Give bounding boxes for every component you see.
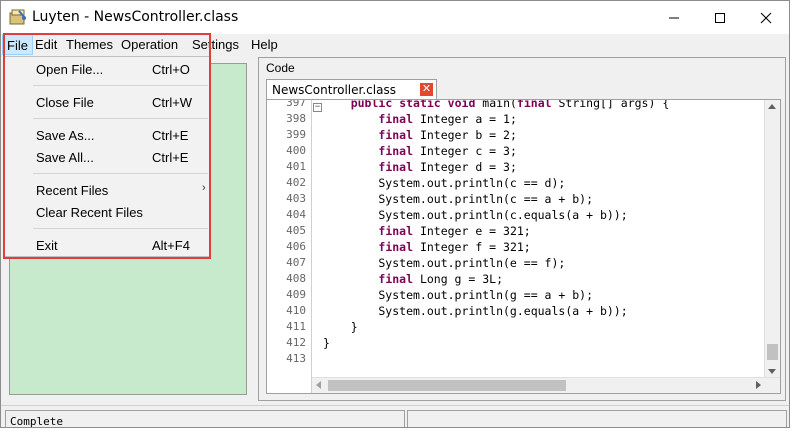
- highlight-annotation-box: [3, 33, 211, 259]
- luyten-app-icon: [9, 9, 26, 25]
- scroll-up-icon[interactable]: [768, 104, 776, 109]
- minimize-button[interactable]: [651, 1, 697, 34]
- line-number: 403: [286, 192, 306, 205]
- line-number: 397: [286, 99, 306, 109]
- status-bar: Complete: [1, 405, 789, 428]
- window-title: Luyten - NewsController.class: [32, 9, 239, 25]
- code-line: final Integer f = 321;: [378, 240, 531, 254]
- tab-close-icon[interactable]: ✕: [420, 83, 433, 96]
- code-line: System.out.println(c == a + b);: [323, 192, 594, 206]
- line-number: 402: [286, 176, 306, 189]
- fold-toggle-icon[interactable]: −: [313, 103, 322, 112]
- code-panel: Code NewsController.class ✕ 397 398 399 400…: [258, 57, 786, 401]
- maximize-icon: [715, 12, 725, 23]
- code-line: final Integer c = 3;: [378, 144, 517, 158]
- scroll-down-icon[interactable]: [768, 369, 776, 374]
- code-line: System.out.println(g.equals(a + b));: [323, 304, 628, 318]
- line-number: 401: [286, 160, 306, 173]
- scroll-left-icon[interactable]: [316, 381, 321, 389]
- maximize-button[interactable]: [697, 1, 743, 34]
- line-number: 413: [286, 352, 306, 365]
- line-number: 398: [286, 112, 306, 125]
- status-cell-secondary: [407, 410, 787, 427]
- code-line: final Integer d = 3;: [378, 160, 517, 174]
- line-number: 409: [286, 288, 306, 301]
- code-line: }: [323, 320, 358, 334]
- code-line: System.out.println(c == d);: [323, 176, 566, 190]
- line-number-gutter: 397 398 399 400 401 402 403 404 405 406 407 408 409 4…: [267, 100, 312, 393]
- line-number: 400: [286, 144, 306, 157]
- code-line: final Integer a = 1;: [378, 112, 517, 126]
- title-bar: Luyten - NewsController.class: [1, 1, 789, 34]
- line-number: 406: [286, 240, 306, 253]
- horizontal-scrollbar[interactable]: [312, 377, 780, 393]
- code-line: final Integer b = 2;: [378, 128, 517, 142]
- tab-newscontroller[interactable]: NewsController.class ✕: [266, 79, 437, 99]
- code-line: System.out.println(e == f);: [323, 256, 566, 270]
- status-cell: Complete: [5, 410, 405, 428]
- line-number: 399: [286, 128, 306, 141]
- menu-help[interactable]: Help: [251, 37, 278, 52]
- status-text: Complete: [10, 415, 63, 428]
- line-number: 410: [286, 304, 306, 317]
- code-line: final Integer e = 321;: [378, 224, 531, 238]
- tab-label: NewsController.class: [272, 83, 396, 97]
- horizontal-scroll-thumb[interactable]: [328, 380, 566, 391]
- line-number: 407: [286, 256, 306, 269]
- scroll-right-icon[interactable]: [756, 381, 761, 389]
- close-icon: [760, 12, 772, 23]
- code-line: }: [323, 336, 330, 350]
- minimize-icon: [669, 17, 679, 18]
- code-editor[interactable]: 397 398 399 400 401 402 403 404 405 406 407 408 409 4…: [266, 99, 781, 394]
- code-line: System.out.println(c.equals(a + b));: [323, 208, 628, 222]
- line-number: 411: [286, 320, 306, 333]
- vertical-scrollbar[interactable]: [764, 100, 780, 378]
- code-line: public static void main(final String[] a…: [350, 99, 670, 110]
- line-number: 412: [286, 336, 306, 349]
- close-window-button[interactable]: [743, 1, 789, 34]
- line-number: 405: [286, 224, 306, 237]
- line-number: 404: [286, 208, 306, 221]
- vertical-scroll-thumb[interactable]: [767, 344, 778, 360]
- code-line: System.out.println(g == a + b);: [323, 288, 594, 302]
- line-number: 408: [286, 272, 306, 285]
- code-line: final Long g = 3L;: [378, 272, 504, 286]
- app-window: Luyten - NewsController.class File Edit …: [0, 0, 790, 428]
- code-panel-title: Code: [266, 61, 295, 75]
